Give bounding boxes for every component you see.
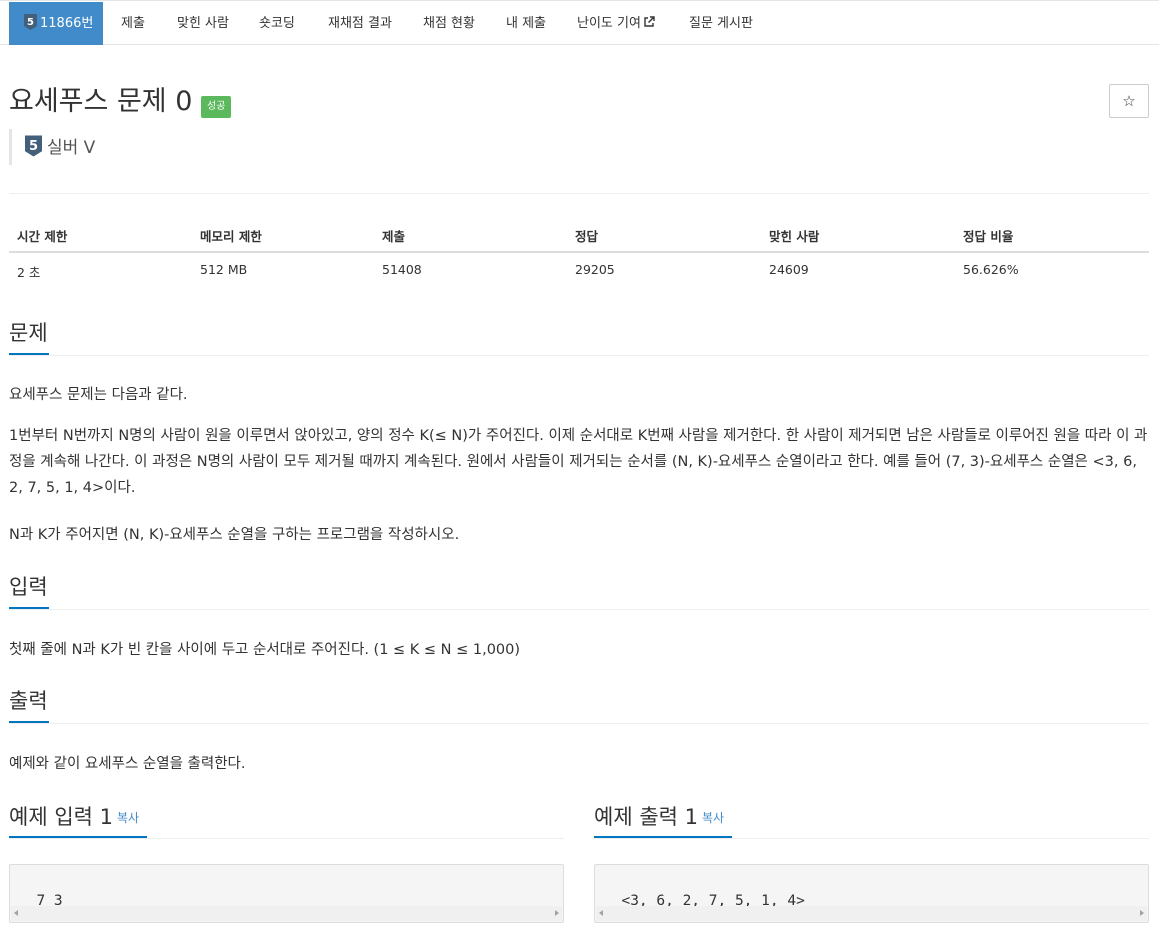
table-header-line	[9, 251, 1149, 253]
star-button[interactable]: ☆	[1109, 84, 1149, 118]
section-line	[594, 838, 1149, 839]
nav-judge-status[interactable]: 채점 현황	[423, 2, 475, 45]
nav-solved-users[interactable]: 맞힌 사람	[177, 2, 229, 45]
scroll-left-icon[interactable]	[14, 910, 18, 916]
description-title: 문제	[9, 321, 48, 345]
header-solved-users: 맞힌 사람	[769, 229, 820, 244]
output-description: 예제와 같이 요세푸스 순열을 출력한다.	[9, 756, 246, 772]
sample-input-box[interactable]: 7 3	[9, 864, 564, 923]
output-title: 출력	[9, 689, 48, 713]
section-line	[9, 838, 564, 839]
header-memory-limit: 메모리 제한	[200, 229, 262, 244]
star-icon: ☆	[1122, 92, 1136, 110]
horizontal-scrollbar[interactable]	[596, 906, 1147, 921]
value-accept-rate: 56.626%	[963, 262, 1019, 277]
value-memory-limit: 512 MB	[200, 262, 248, 277]
scroll-right-icon[interactable]	[1140, 910, 1144, 916]
value-solved-users: 24609	[769, 262, 809, 277]
description-paragraph-2: 1번부터 N번까지 N명의 사람이 원을 이루면서 앉아있고, 양의 정수 K(…	[9, 428, 1148, 496]
section-line	[9, 355, 1149, 356]
nav-submit[interactable]: 제출	[121, 2, 145, 45]
sample-output-box[interactable]: <3, 6, 2, 7, 5, 1, 4>	[594, 864, 1149, 923]
problem-nav: 5 11866번 제출 맞힌 사람 숏코딩 재채점 결과 채점 현황 내 제출 난…	[0, 0, 1159, 45]
sample-output-title-label: 예제 출력 1	[594, 805, 698, 829]
problem-title: 요세푸스 문제 0	[9, 86, 193, 117]
nav-rejudge-results[interactable]: 재채점 결과	[328, 2, 392, 45]
nav-difficulty-label: 난이도 기여	[577, 16, 641, 31]
description-paragraph-1: 요세푸스 문제는 다음과 같다.	[9, 387, 188, 403]
external-link-icon	[644, 15, 655, 27]
copy-input-button[interactable]: 복사	[117, 811, 139, 825]
problem-tier: 5 실버 V	[25, 134, 95, 162]
silver-tier-icon: 5	[24, 14, 37, 30]
scroll-right-icon[interactable]	[555, 910, 559, 916]
header-accepted: 정답	[575, 229, 599, 244]
input-title: 입력	[9, 575, 48, 599]
horizontal-scrollbar[interactable]	[11, 906, 562, 921]
section-line	[9, 609, 1149, 610]
nav-short-coding[interactable]: 숏코딩	[259, 2, 295, 45]
header-submissions: 제출	[382, 229, 406, 244]
value-time-limit: 2 초	[17, 265, 41, 280]
status-badge: 성공	[201, 96, 232, 118]
tier-name: 실버 V	[47, 138, 96, 158]
value-submissions: 51408	[382, 262, 422, 277]
input-description: 첫째 줄에 N과 K가 빈 칸을 사이에 두고 순서대로 주어진다. (1 ≤ …	[9, 642, 521, 658]
tier-divider	[9, 129, 12, 165]
svg-text:5: 5	[29, 139, 38, 154]
nav-problem-id[interactable]: 5 11866번	[9, 2, 103, 45]
description-paragraph-3: N과 K가 주어지면 (N, K)-요세푸스 순열을 구하는 프로그램을 작성하…	[9, 527, 460, 543]
sample-input-title-label: 예제 입력 1	[9, 805, 113, 829]
nav-problem-id-label: 11866번	[40, 16, 94, 31]
header-accept-rate: 정답 비율	[963, 229, 1014, 244]
section-line	[9, 723, 1149, 724]
silver-tier-icon: 5	[25, 135, 42, 157]
copy-output-button[interactable]: 복사	[702, 811, 724, 825]
sample-input-title: 예제 입력 1 복사	[9, 802, 139, 833]
nav-difficulty-contribution[interactable]: 난이도 기여	[577, 2, 655, 45]
value-accepted: 29205	[575, 262, 615, 277]
svg-text:5: 5	[27, 17, 34, 28]
nav-my-submissions[interactable]: 내 제출	[506, 2, 546, 45]
nav-question-board[interactable]: 질문 게시판	[689, 2, 753, 45]
scroll-left-icon[interactable]	[599, 910, 603, 916]
header-time-limit: 시간 제한	[17, 229, 68, 244]
divider	[9, 193, 1149, 194]
sample-output-title: 예제 출력 1 복사	[594, 802, 724, 833]
